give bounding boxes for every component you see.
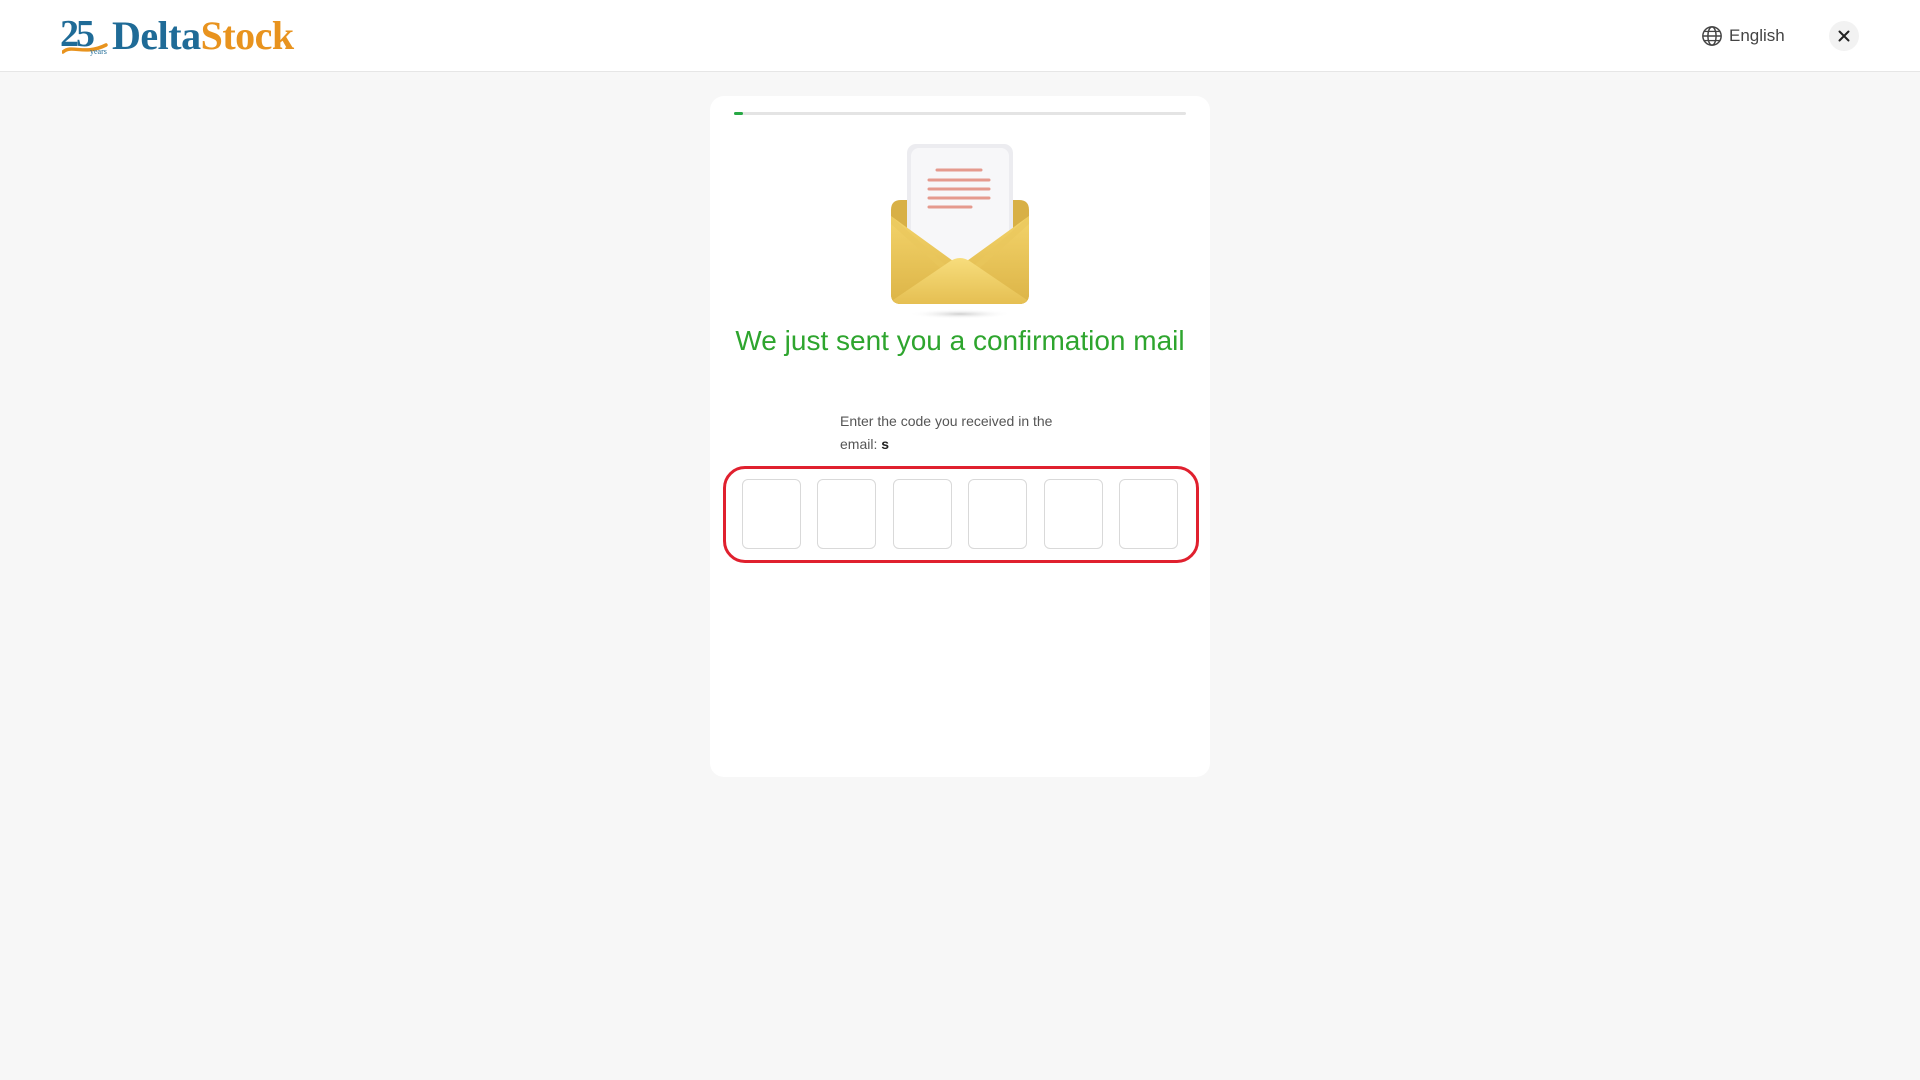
- close-icon: [1838, 30, 1850, 42]
- verification-code-inputs: [742, 479, 1178, 549]
- code-digit-6[interactable]: [1118, 479, 1178, 549]
- language-label: English: [1729, 26, 1785, 45]
- language-selector[interactable]: English: [1701, 23, 1785, 49]
- brand-name-part2: Stock: [200, 13, 295, 58]
- confirmation-heading: We just sent you a confirmation mail: [735, 325, 1185, 356]
- code-instruction: Enter the code you received in the email…: [840, 410, 1090, 456]
- badge-caption: years: [90, 47, 107, 56]
- progress-bar: [734, 112, 1186, 115]
- deltastock-logo[interactable]: 25 years DeltaStock: [60, 13, 294, 58]
- anniversary-badge: 25 years: [60, 13, 110, 58]
- brand-name-part1: Delta: [112, 13, 201, 58]
- instruction-text: Enter the code you received in the email…: [840, 413, 1053, 452]
- code-digit-1[interactable]: [742, 479, 801, 549]
- envelope-illustration: [891, 144, 1029, 319]
- code-digit-3[interactable]: [892, 479, 952, 549]
- code-digit-4[interactable]: [968, 479, 1028, 549]
- close-button[interactable]: [1829, 21, 1859, 51]
- globe-icon: [1702, 26, 1722, 46]
- brand-name: DeltaStock: [112, 14, 294, 58]
- email-address: s: [881, 436, 890, 452]
- code-digit-2[interactable]: [817, 479, 877, 549]
- progress-bar-fill: [734, 112, 744, 115]
- top-bar: 25 years DeltaStock English: [0, 0, 1920, 72]
- code-digit-5[interactable]: [1043, 479, 1103, 549]
- verification-card: We just sent you a confirmation mail Ent…: [710, 96, 1210, 777]
